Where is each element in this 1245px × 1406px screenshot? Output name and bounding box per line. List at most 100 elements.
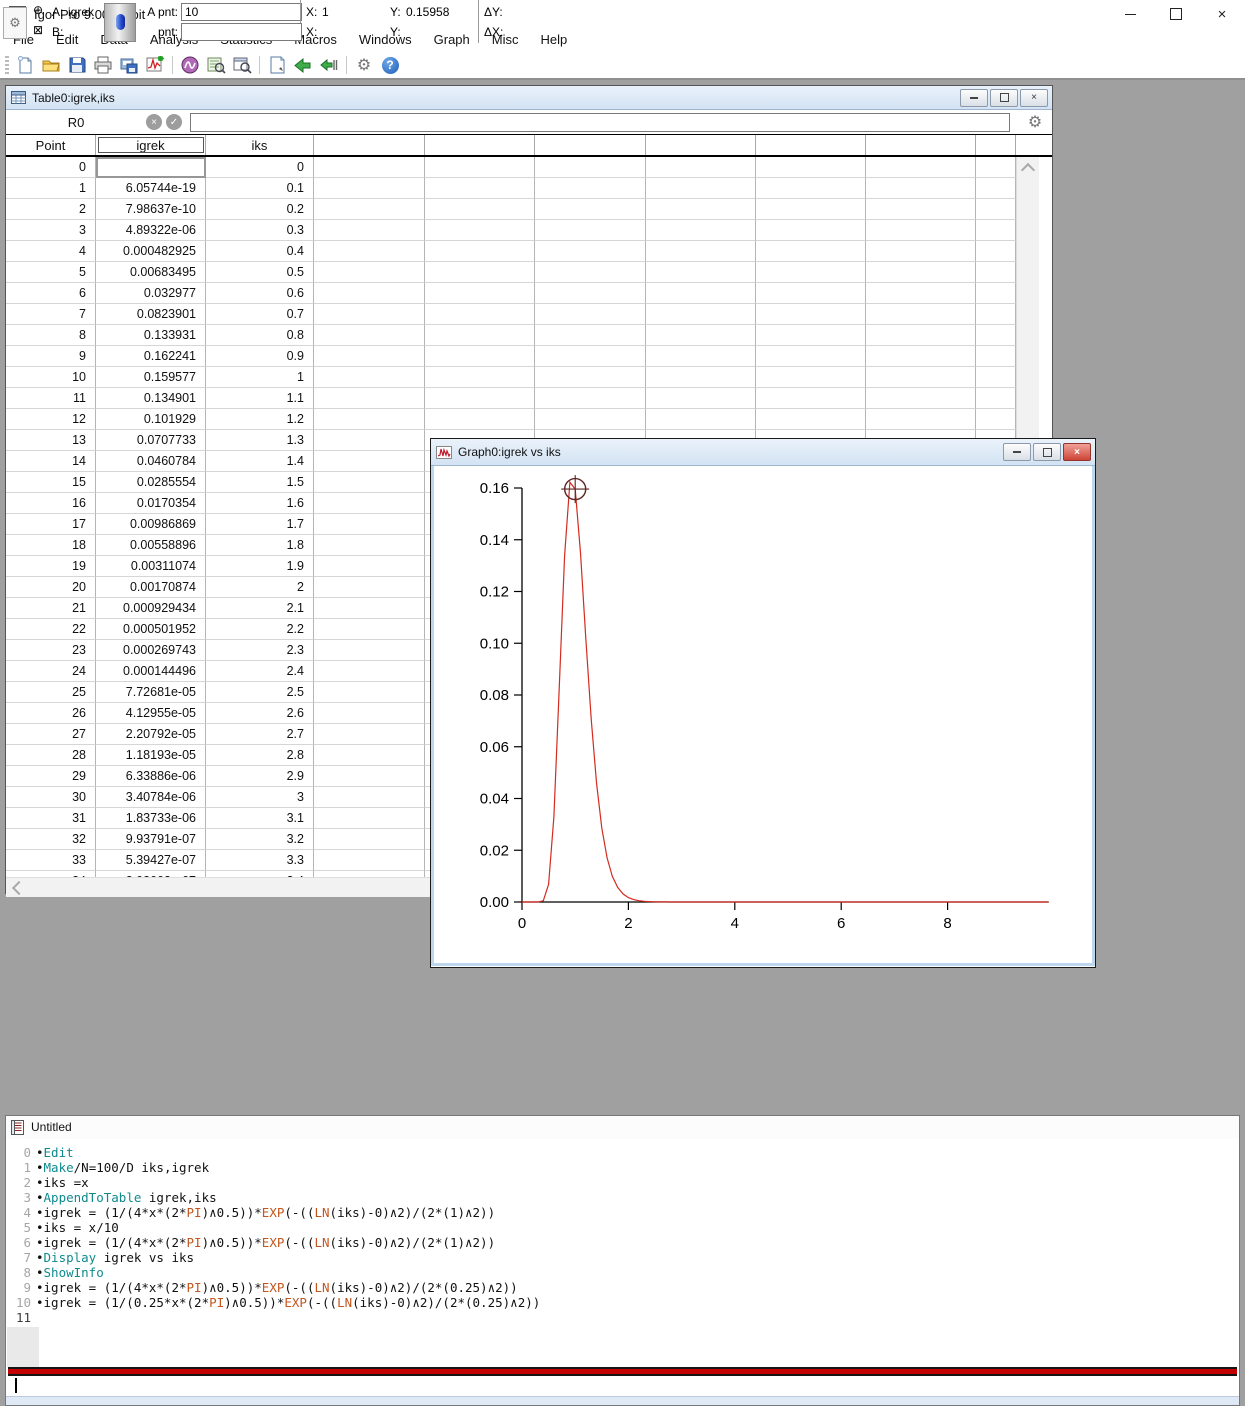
point-cell[interactable]: 3 bbox=[6, 220, 96, 241]
table-cell[interactable] bbox=[866, 178, 976, 199]
command-line[interactable]: 7•Display igrek vs iks bbox=[6, 1250, 1239, 1265]
point-cell[interactable]: 18 bbox=[6, 535, 96, 556]
table-cell[interactable]: 0.0170354 bbox=[96, 493, 206, 514]
point-cell[interactable]: 4 bbox=[6, 241, 96, 262]
table-cell[interactable] bbox=[866, 220, 976, 241]
table-cell[interactable] bbox=[976, 409, 1016, 430]
point-cell[interactable]: 28 bbox=[6, 745, 96, 766]
table-cell[interactable] bbox=[756, 346, 866, 367]
table-cell[interactable] bbox=[314, 682, 425, 703]
point-cell[interactable]: 9 bbox=[6, 346, 96, 367]
table-cell[interactable] bbox=[866, 262, 976, 283]
table-titlebar[interactable]: Table0:igrek,iks × bbox=[6, 86, 1052, 110]
table-cell[interactable]: 2.8 bbox=[206, 745, 314, 766]
table-cell[interactable] bbox=[314, 199, 425, 220]
table-cell[interactable]: 1 bbox=[206, 367, 314, 388]
table-cell[interactable] bbox=[314, 472, 425, 493]
cell-entry-input[interactable] bbox=[190, 113, 1010, 132]
command-line[interactable]: 11 bbox=[6, 1310, 1239, 1325]
table-cell[interactable] bbox=[535, 178, 646, 199]
point-cell[interactable]: 11 bbox=[6, 388, 96, 409]
command-line[interactable]: 4•igrek = (1/(4*x*(2*PI)∧0.5))*EXP(-((LN… bbox=[6, 1205, 1239, 1220]
table-cell[interactable]: 0.6 bbox=[206, 283, 314, 304]
point-cell[interactable]: 25 bbox=[6, 682, 96, 703]
point-cell[interactable]: 34 bbox=[6, 871, 96, 877]
graph-close-button[interactable]: × bbox=[1063, 443, 1091, 461]
column-header-empty[interactable] bbox=[646, 135, 756, 155]
table-cell[interactable]: 1.1 bbox=[206, 388, 314, 409]
table-cell[interactable] bbox=[866, 388, 976, 409]
table-cell[interactable]: 9.93791e-07 bbox=[96, 829, 206, 850]
table-cell[interactable]: 1.6 bbox=[206, 493, 314, 514]
table-cell[interactable] bbox=[425, 220, 535, 241]
table-cell[interactable] bbox=[976, 262, 1016, 283]
table-cell[interactable] bbox=[756, 325, 866, 346]
table-cell[interactable] bbox=[314, 304, 425, 325]
table-cell[interactable] bbox=[646, 220, 756, 241]
table-cell[interactable]: 0.2 bbox=[206, 199, 314, 220]
table-cell[interactable]: 1.7 bbox=[206, 514, 314, 535]
table-cell[interactable] bbox=[314, 766, 425, 787]
table-cell[interactable]: 5.39427e-07 bbox=[96, 850, 206, 871]
table-cell[interactable] bbox=[976, 283, 1016, 304]
table-cell[interactable]: 2.20792e-05 bbox=[96, 724, 206, 745]
table-cell[interactable]: 0.0707733 bbox=[96, 430, 206, 451]
table-cell[interactable] bbox=[425, 283, 535, 304]
column-header-empty[interactable] bbox=[756, 135, 866, 155]
point-cell[interactable]: 16 bbox=[6, 493, 96, 514]
point-cell[interactable]: 17 bbox=[6, 514, 96, 535]
table-cell[interactable] bbox=[96, 157, 206, 178]
command-input-line[interactable] bbox=[6, 1376, 1239, 1396]
browse-waves-button[interactable] bbox=[177, 53, 203, 77]
maximize-button[interactable] bbox=[1153, 0, 1199, 28]
table-maximize-button[interactable] bbox=[990, 89, 1018, 107]
table-cell[interactable]: 2.4 bbox=[206, 661, 314, 682]
point-cell[interactable]: 14 bbox=[6, 451, 96, 472]
table-cell[interactable] bbox=[314, 535, 425, 556]
table-cell[interactable] bbox=[314, 430, 425, 451]
table-cell[interactable]: 4.89322e-06 bbox=[96, 220, 206, 241]
table-cell[interactable]: 2.9 bbox=[206, 766, 314, 787]
table-cell[interactable] bbox=[756, 157, 866, 178]
new-notebook-button[interactable] bbox=[264, 53, 290, 77]
open-button[interactable] bbox=[38, 53, 64, 77]
table-cell[interactable]: 0.7 bbox=[206, 304, 314, 325]
table-cell[interactable] bbox=[535, 157, 646, 178]
table-cell[interactable]: 1.2 bbox=[206, 409, 314, 430]
table-cell[interactable]: 1.8 bbox=[206, 535, 314, 556]
command-line[interactable]: 1•Make/N=100/D iks,igrek bbox=[6, 1160, 1239, 1175]
table-cell[interactable]: 3 bbox=[206, 787, 314, 808]
table-cell[interactable] bbox=[535, 409, 646, 430]
table-cell[interactable] bbox=[425, 262, 535, 283]
table-cell[interactable] bbox=[314, 514, 425, 535]
table-cell[interactable] bbox=[646, 262, 756, 283]
table-cell[interactable]: 2.2 bbox=[206, 619, 314, 640]
table-cell[interactable]: 0.00311074 bbox=[96, 556, 206, 577]
close-button[interactable]: × bbox=[1199, 0, 1245, 28]
b-pnt-input[interactable] bbox=[181, 23, 302, 41]
table-cell[interactable] bbox=[535, 199, 646, 220]
save-button[interactable] bbox=[64, 53, 90, 77]
table-cell[interactable] bbox=[646, 409, 756, 430]
table-cell[interactable] bbox=[314, 451, 425, 472]
point-cell[interactable]: 5 bbox=[6, 262, 96, 283]
table-cell[interactable] bbox=[976, 325, 1016, 346]
table-cell[interactable]: 0.9 bbox=[206, 346, 314, 367]
table-cell[interactable] bbox=[314, 367, 425, 388]
table-cell[interactable]: 0.1 bbox=[206, 178, 314, 199]
table-cell[interactable]: 3.40784e-06 bbox=[96, 787, 206, 808]
table-cell[interactable]: 2.1 bbox=[206, 598, 314, 619]
table-cell[interactable] bbox=[756, 220, 866, 241]
table-cell[interactable] bbox=[314, 871, 425, 877]
table-cell[interactable] bbox=[646, 157, 756, 178]
table-cell[interactable]: 0.00986869 bbox=[96, 514, 206, 535]
table-cell[interactable] bbox=[976, 157, 1016, 178]
table-cell[interactable] bbox=[646, 283, 756, 304]
command-history[interactable]: 0•Edit1•Make/N=100/D iks,igrek2•iks =x3•… bbox=[6, 1139, 1239, 1367]
point-cell[interactable]: 29 bbox=[6, 766, 96, 787]
table-cell[interactable] bbox=[314, 661, 425, 682]
point-cell[interactable]: 30 bbox=[6, 787, 96, 808]
point-cell[interactable]: 19 bbox=[6, 556, 96, 577]
table-cell[interactable]: 0.162241 bbox=[96, 346, 206, 367]
point-cell[interactable]: 27 bbox=[6, 724, 96, 745]
